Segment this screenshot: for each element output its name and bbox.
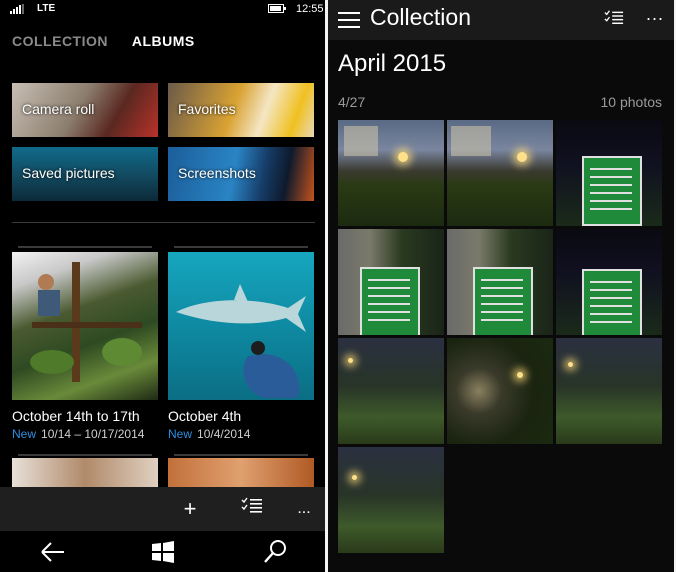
album-partial[interactable] xyxy=(12,458,158,488)
album-photo-shark xyxy=(176,284,306,398)
command-bar: + ... xyxy=(0,487,325,531)
date-label: 4/27 xyxy=(338,94,366,110)
photo-thumbnail[interactable] xyxy=(556,120,662,226)
back-icon[interactable] xyxy=(38,537,68,567)
album-screenshots[interactable]: Screenshots xyxy=(168,147,314,201)
album-photo-gardener xyxy=(30,262,142,382)
album-label: Saved pictures xyxy=(22,165,115,181)
photo-thumbnail[interactable] xyxy=(447,120,553,226)
pivot-header: COLLECTION ALBUMS xyxy=(12,33,215,49)
search-icon[interactable] xyxy=(260,537,290,567)
album-dates: 10/14 – 10/17/2014 xyxy=(41,427,145,441)
hamburger-menu-icon[interactable] xyxy=(338,12,360,28)
album-title: October 4th xyxy=(168,408,242,424)
status-bar: LTE 12:55 xyxy=(0,0,325,18)
month-heading: April 2015 xyxy=(338,50,447,77)
tab-collection[interactable]: COLLECTION xyxy=(12,33,108,49)
album-label: Favorites xyxy=(178,101,236,117)
select-icon[interactable] xyxy=(238,495,266,523)
album-saved-pictures[interactable]: Saved pictures xyxy=(12,147,158,201)
album-stack-edge xyxy=(174,246,308,248)
photo-thumbnail[interactable] xyxy=(338,229,444,335)
network-type: LTE xyxy=(37,3,56,14)
photo-thumbnail[interactable] xyxy=(338,447,444,553)
section-divider xyxy=(12,222,315,223)
album-stack-edge xyxy=(18,454,152,456)
status-time: 12:55 xyxy=(296,3,324,15)
photo-thumbnail[interactable] xyxy=(447,229,553,335)
page-title: Collection xyxy=(370,4,471,30)
tab-albums[interactable]: ALBUMS xyxy=(132,33,195,49)
album-partial[interactable] xyxy=(168,458,314,488)
albums-screen: LTE 12:55 COLLECTION ALBUMS Camera roll … xyxy=(0,0,325,572)
album-title: October 14th to 17th xyxy=(12,408,140,424)
battery-icon xyxy=(268,4,286,13)
album-stack-edge xyxy=(174,454,308,456)
new-badge: New xyxy=(168,427,193,441)
album-favorites[interactable]: Favorites xyxy=(168,83,314,137)
new-badge: New xyxy=(12,427,37,441)
album-label: Camera roll xyxy=(22,101,95,117)
windows-icon[interactable] xyxy=(148,537,178,567)
signal-icon xyxy=(10,4,24,14)
collection-screen: Collection ... April 2015 4/27 10 photos xyxy=(328,0,674,572)
photo-thumbnail[interactable] xyxy=(338,338,444,444)
photo-thumbnail[interactable] xyxy=(556,338,662,444)
album-label: Screenshots xyxy=(178,165,256,181)
photo-count: 10 photos xyxy=(600,94,663,110)
album-october-4[interactable] xyxy=(168,252,314,400)
photo-thumbnail[interactable] xyxy=(447,338,553,444)
album-october-14-17[interactable] xyxy=(12,252,158,400)
album-dates: 10/4/2014 xyxy=(197,427,251,441)
album-subtitle: New 10/4/2014 xyxy=(168,427,250,441)
album-stack-edge xyxy=(18,246,152,248)
title-bar: Collection ... xyxy=(328,0,674,40)
album-camera-roll[interactable]: Camera roll xyxy=(12,83,158,137)
photo-thumbnail[interactable] xyxy=(338,120,444,226)
select-icon[interactable] xyxy=(604,8,624,28)
navigation-bar xyxy=(0,531,325,572)
more-icon[interactable]: ... xyxy=(290,495,318,523)
add-icon[interactable]: + xyxy=(176,495,204,523)
more-icon[interactable]: ... xyxy=(646,4,664,25)
photo-thumbnail[interactable] xyxy=(556,229,662,335)
album-subtitle: New 10/14 – 10/17/2014 xyxy=(12,427,144,441)
